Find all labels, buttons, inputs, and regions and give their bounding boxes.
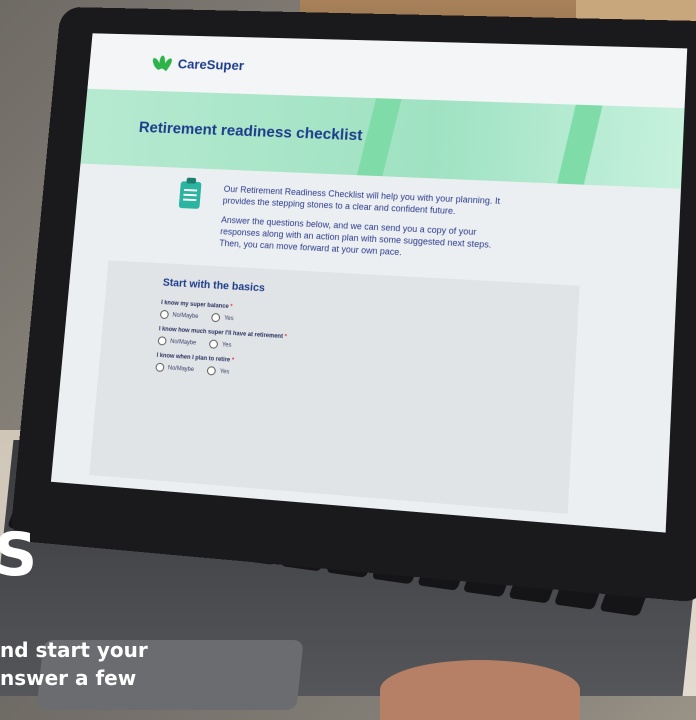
overlay-line-1: nd start your xyxy=(0,638,148,662)
banner-stripe xyxy=(356,98,402,177)
required-marker: * xyxy=(229,304,233,311)
intro-paragraph-1: Our Retirement Readiness Checklist will … xyxy=(222,184,501,216)
page-title: Retirement readiness checklist xyxy=(138,119,363,145)
overlay-heading-fragment: S xyxy=(0,520,38,590)
radio-button[interactable] xyxy=(207,366,217,376)
banner-stripe xyxy=(557,104,603,185)
option-yes[interactable]: Yes xyxy=(211,312,234,323)
radio-button[interactable] xyxy=(155,362,165,373)
checklist-form: Start with the basics I know my super ba… xyxy=(89,260,580,514)
overlay-body-text: nd start your nswer a few xyxy=(0,636,148,692)
laptop-screen: CareSuper Retirement readiness checklist… xyxy=(50,33,688,533)
intro-text: Our Retirement Readiness Checklist will … xyxy=(218,183,518,272)
required-marker: * xyxy=(284,334,288,341)
hand xyxy=(380,660,580,720)
logo-text: CareSuper xyxy=(177,56,245,73)
option-no-maybe[interactable]: No/Maybe xyxy=(159,309,199,321)
caresuper-logo[interactable]: CareSuper xyxy=(151,55,245,73)
option-yes[interactable]: Yes xyxy=(209,339,232,349)
leaf-logo-icon xyxy=(151,55,174,72)
radio-button[interactable] xyxy=(159,309,170,320)
radio-button[interactable] xyxy=(209,339,219,349)
overlay-line-2: nswer a few xyxy=(0,666,137,690)
option-no-maybe[interactable]: No/Maybe xyxy=(157,336,197,347)
intro-paragraph-2: Answer the questions below, and we can s… xyxy=(218,214,492,258)
radio-button[interactable] xyxy=(211,312,221,323)
clipboard-icon xyxy=(178,181,202,209)
laptop-lid: CareSuper Retirement readiness checklist… xyxy=(9,6,696,604)
option-no-maybe[interactable]: No/Maybe xyxy=(155,362,194,374)
radio-button[interactable] xyxy=(157,336,167,346)
option-yes[interactable]: Yes xyxy=(207,366,230,376)
required-marker: * xyxy=(231,357,235,364)
